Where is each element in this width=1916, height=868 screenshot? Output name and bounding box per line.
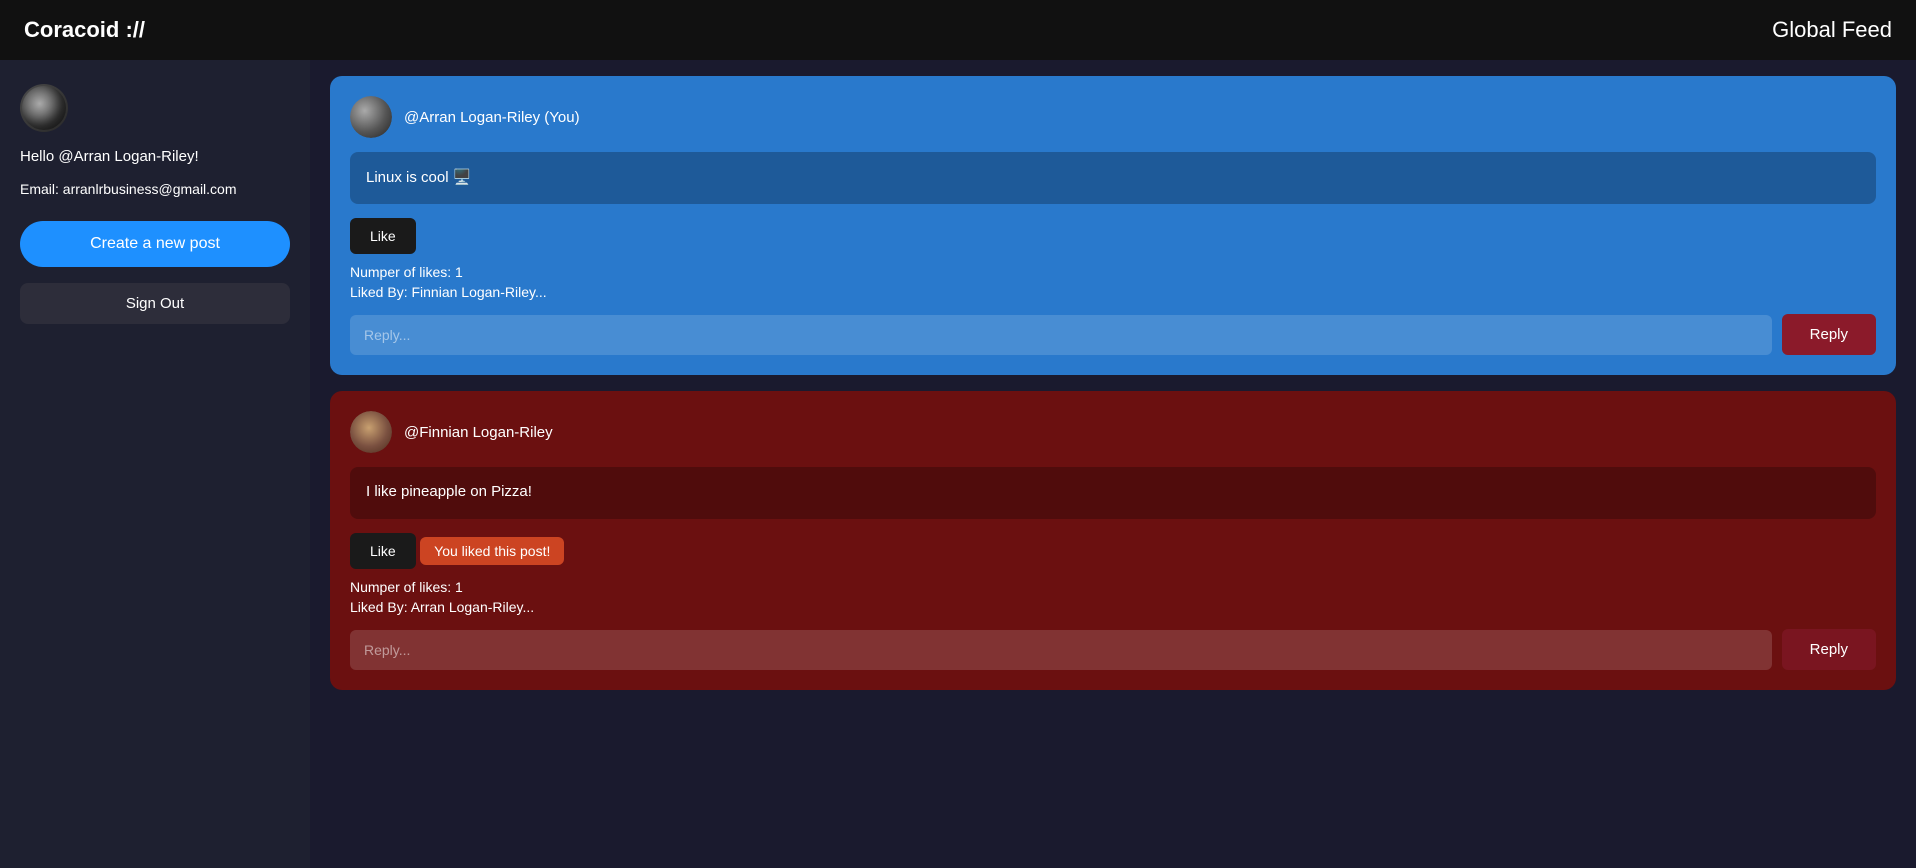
reply-area: Reply: [350, 629, 1876, 670]
reply-input[interactable]: [350, 630, 1772, 670]
reply-button[interactable]: Reply: [1782, 629, 1876, 670]
liked-badge: You liked this post!: [420, 537, 564, 565]
global-feed-label: Global Feed: [1772, 17, 1892, 43]
liked-by: Liked By: Finnian Logan-Riley...: [350, 284, 1876, 300]
app-header: Coracoid :// Global Feed: [0, 0, 1916, 60]
avatar: [20, 84, 68, 132]
create-new-post-button[interactable]: Create a new post: [20, 221, 290, 267]
reply-input[interactable]: [350, 315, 1772, 355]
post-avatar: [350, 96, 392, 138]
likes-count: Numper of likes: 1: [350, 264, 1876, 280]
post-avatar: [350, 411, 392, 453]
post-card: @Arran Logan-Riley (You) Linux is cool 🖥…: [330, 76, 1896, 375]
avatar-moon-icon: [22, 86, 66, 130]
avatar-moon-icon: [350, 96, 392, 138]
post-header: @Finnian Logan-Riley: [350, 411, 1876, 453]
post-content: I like pineapple on Pizza!: [350, 467, 1876, 519]
post-header: @Arran Logan-Riley (You): [350, 96, 1876, 138]
sign-out-button[interactable]: Sign Out: [20, 283, 290, 324]
post-content: Linux is cool 🖥️: [350, 152, 1876, 204]
reply-button[interactable]: Reply: [1782, 314, 1876, 355]
like-button[interactable]: Like: [350, 533, 416, 569]
sidebar: Hello @Arran Logan-Riley! Email: arranlr…: [0, 60, 310, 868]
reply-area: Reply: [350, 314, 1876, 355]
liked-by: Liked By: Arran Logan-Riley...: [350, 599, 1876, 615]
main-layout: Hello @Arran Logan-Riley! Email: arranlr…: [0, 60, 1916, 868]
sidebar-greeting: Hello @Arran Logan-Riley!: [20, 148, 290, 165]
like-button[interactable]: Like: [350, 218, 416, 254]
global-feed: @Arran Logan-Riley (You) Linux is cool 🖥…: [310, 60, 1916, 868]
avatar-person-icon: [350, 411, 392, 453]
app-title: Coracoid ://: [24, 17, 145, 43]
sidebar-email: Email: arranlrbusiness@gmail.com: [20, 181, 290, 197]
post-username: @Arran Logan-Riley (You): [404, 109, 580, 126]
post-card: @Finnian Logan-Riley I like pineapple on…: [330, 391, 1896, 690]
post-username: @Finnian Logan-Riley: [404, 424, 553, 441]
likes-count: Numper of likes: 1: [350, 579, 1876, 595]
